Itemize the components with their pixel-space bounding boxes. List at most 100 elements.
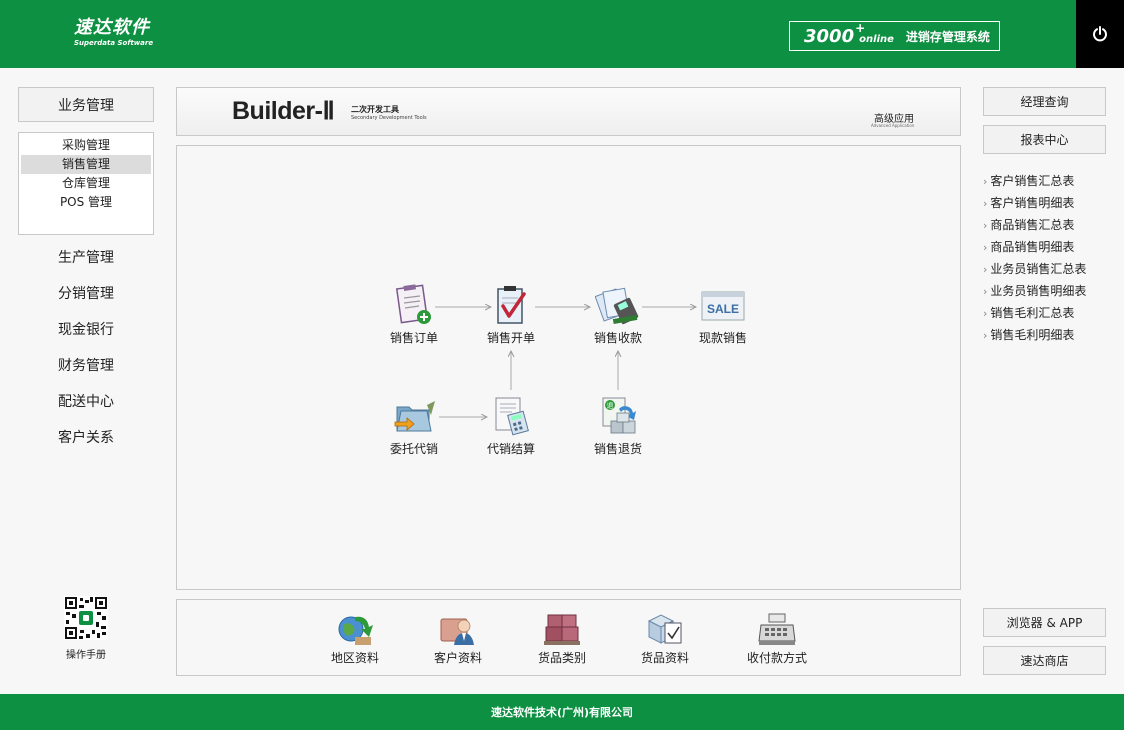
- product-name: 进销存管理系统: [905, 29, 990, 44]
- return-goods-icon: 退: [602, 397, 636, 434]
- company-logo: 速达软件 Superdata Software: [74, 18, 153, 48]
- menu-distribution[interactable]: 分销管理: [18, 283, 154, 303]
- banner-subtitle-cn: 二次开发工具: [351, 105, 399, 114]
- cash-register-icon: [758, 613, 796, 645]
- chevron-right-icon: ›: [983, 285, 988, 298]
- flow-cash-sale-label: 现款销售: [698, 331, 747, 345]
- chevron-right-icon: ›: [983, 241, 988, 254]
- menu-production[interactable]: 生产管理: [18, 247, 154, 267]
- qr-code-icon[interactable]: [64, 596, 108, 640]
- svg-text:退: 退: [607, 401, 614, 410]
- report-label: 商品销售明细表: [990, 240, 1075, 254]
- sale-sign-icon: SALE: [701, 291, 745, 321]
- flow-sales-invoice-label: 销售开单: [486, 331, 535, 345]
- menu-crm[interactable]: 客户关系: [18, 427, 154, 447]
- flow-sales-return-label: 销售退货: [593, 442, 642, 456]
- power-icon: [1093, 26, 1107, 42]
- customer-icon: [440, 618, 474, 645]
- clipboard-check-icon: [497, 286, 526, 324]
- advanced-app-en: Advanced Application: [871, 123, 915, 128]
- builder-banner[interactable]: Builder-Ⅱ 二次开发工具 Secondary Development T…: [176, 87, 961, 136]
- goods-data-label: 货品资料: [640, 651, 689, 665]
- browser-app-button[interactable]: 浏览器 & APP: [983, 608, 1106, 637]
- product-title-box: 3000 + online 进销存管理系统: [789, 21, 1000, 51]
- manual-label[interactable]: 操作手册: [54, 646, 118, 661]
- report-label: 客户销售汇总表: [990, 174, 1075, 188]
- report-label: 销售毛利明细表: [990, 328, 1075, 342]
- flow-sales-receipt[interactable]: 销售收款: [578, 284, 658, 346]
- banner-brand: Builder-Ⅱ: [232, 97, 335, 125]
- flow-sales-order[interactable]: 销售订单: [374, 284, 454, 346]
- product-online: online: [859, 33, 894, 45]
- flow-cash-sale[interactable]: SALE 现款销售: [683, 284, 763, 346]
- chevron-right-icon: ›: [983, 197, 988, 210]
- chevron-right-icon: ›: [983, 307, 988, 320]
- pos-terminal-icon: [595, 287, 639, 325]
- report-label: 销售毛利汇总表: [990, 306, 1075, 320]
- report-label: 业务员销售明细表: [990, 284, 1087, 298]
- flow-consignment[interactable]: 委托代销: [374, 395, 454, 457]
- goods-data[interactable]: 货品资料: [625, 611, 705, 666]
- flow-sales-order-label: 销售订单: [389, 331, 438, 345]
- chevron-right-icon: ›: [983, 329, 988, 342]
- submenu-pos[interactable]: POS 管理: [21, 193, 151, 212]
- report-label: 业务员销售汇总表: [990, 262, 1087, 276]
- basic-data-bar: 地区资料 客户资料 货品类别 货品资料 收付款方式: [176, 599, 961, 676]
- menu-cash-bank[interactable]: 现金银行: [18, 319, 154, 339]
- goods-check-icon: [647, 614, 682, 644]
- calculator-doc-icon: [495, 397, 529, 436]
- region-data[interactable]: 地区资料: [315, 611, 395, 666]
- header-bar: 速达软件 Superdata Software 3000 + online 进销…: [0, 0, 1124, 68]
- folder-arrow-icon: [394, 401, 435, 432]
- chevron-right-icon: ›: [983, 175, 988, 188]
- flow-arrows: [435, 146, 962, 591]
- report-customer-sales-summary[interactable]: › 客户销售汇总表: [983, 170, 1113, 192]
- svg-text:SALE: SALE: [707, 302, 739, 316]
- goods-category-label: 货品类别: [537, 651, 586, 665]
- flow-consign-settlement[interactable]: 代销结算: [471, 395, 551, 457]
- report-goods-sales-summary[interactable]: › 商品销售汇总表: [983, 214, 1113, 236]
- banner-subtitle-en: Secondary Development Tools: [351, 115, 427, 121]
- submenu-sales[interactable]: 销售管理: [21, 155, 151, 174]
- report-gross-profit-summary[interactable]: › 销售毛利汇总表: [983, 302, 1113, 324]
- submenu-warehouse[interactable]: 仓库管理: [21, 174, 151, 193]
- report-list: › 客户销售汇总表 › 客户销售明细表 › 商品销售汇总表 › 商品销售明细表 › 业务员…: [983, 170, 1113, 346]
- payment-methods-label: 收付款方式: [746, 651, 807, 665]
- menu-finance[interactable]: 财务管理: [18, 355, 154, 375]
- product-number: 3000: [804, 25, 855, 47]
- payment-methods[interactable]: 收付款方式: [737, 611, 817, 666]
- flow-sales-invoice[interactable]: 销售开单: [471, 284, 551, 346]
- manager-query-button[interactable]: 经理查询: [983, 87, 1106, 116]
- footer-bar: 速达软件技术(广州)有限公司: [0, 694, 1124, 730]
- sales-workflow-panel: 销售订单 销售开单 销售收款 SALE 现款销售 委托代销 代销结算 退 销售退…: [176, 145, 961, 590]
- menu-business-management[interactable]: 业务管理: [18, 87, 154, 122]
- chevron-right-icon: ›: [983, 263, 988, 276]
- superdata-shop-button[interactable]: 速达商店: [983, 646, 1106, 675]
- boxes-icon: [544, 614, 580, 645]
- business-submenu: 采购管理 销售管理 仓库管理 POS 管理: [18, 132, 154, 235]
- report-gross-profit-detail[interactable]: › 销售毛利明细表: [983, 324, 1113, 346]
- report-salesman-summary[interactable]: › 业务员销售汇总表: [983, 258, 1113, 280]
- power-button[interactable]: [1076, 0, 1124, 68]
- menu-delivery[interactable]: 配送中心: [18, 391, 154, 411]
- submenu-purchase[interactable]: 采购管理: [21, 136, 151, 155]
- report-center-button[interactable]: 报表中心: [983, 125, 1106, 154]
- flow-sales-receipt-label: 销售收款: [593, 331, 642, 345]
- footer-company: 速达软件技术(广州)有限公司: [490, 706, 634, 719]
- report-label: 客户销售明细表: [990, 196, 1075, 210]
- globe-arrow-icon: [338, 616, 373, 645]
- logo-cn: 速达软件: [74, 17, 150, 38]
- chevron-right-icon: ›: [983, 219, 988, 232]
- customer-data[interactable]: 客户资料: [418, 611, 498, 666]
- report-goods-sales-detail[interactable]: › 商品销售明细表: [983, 236, 1113, 258]
- goods-category[interactable]: 货品类别: [522, 611, 602, 666]
- flow-consign-settlement-label: 代销结算: [486, 442, 535, 456]
- clipboard-plus-icon: [395, 284, 431, 324]
- logo-en: Superdata Software: [74, 39, 154, 47]
- flow-consignment-label: 委托代销: [389, 442, 438, 456]
- customer-data-label: 客户资料: [433, 651, 482, 665]
- flow-sales-return[interactable]: 退 销售退货: [578, 395, 658, 457]
- region-data-label: 地区资料: [330, 651, 379, 665]
- report-customer-sales-detail[interactable]: › 客户销售明细表: [983, 192, 1113, 214]
- report-salesman-detail[interactable]: › 业务员销售明细表: [983, 280, 1113, 302]
